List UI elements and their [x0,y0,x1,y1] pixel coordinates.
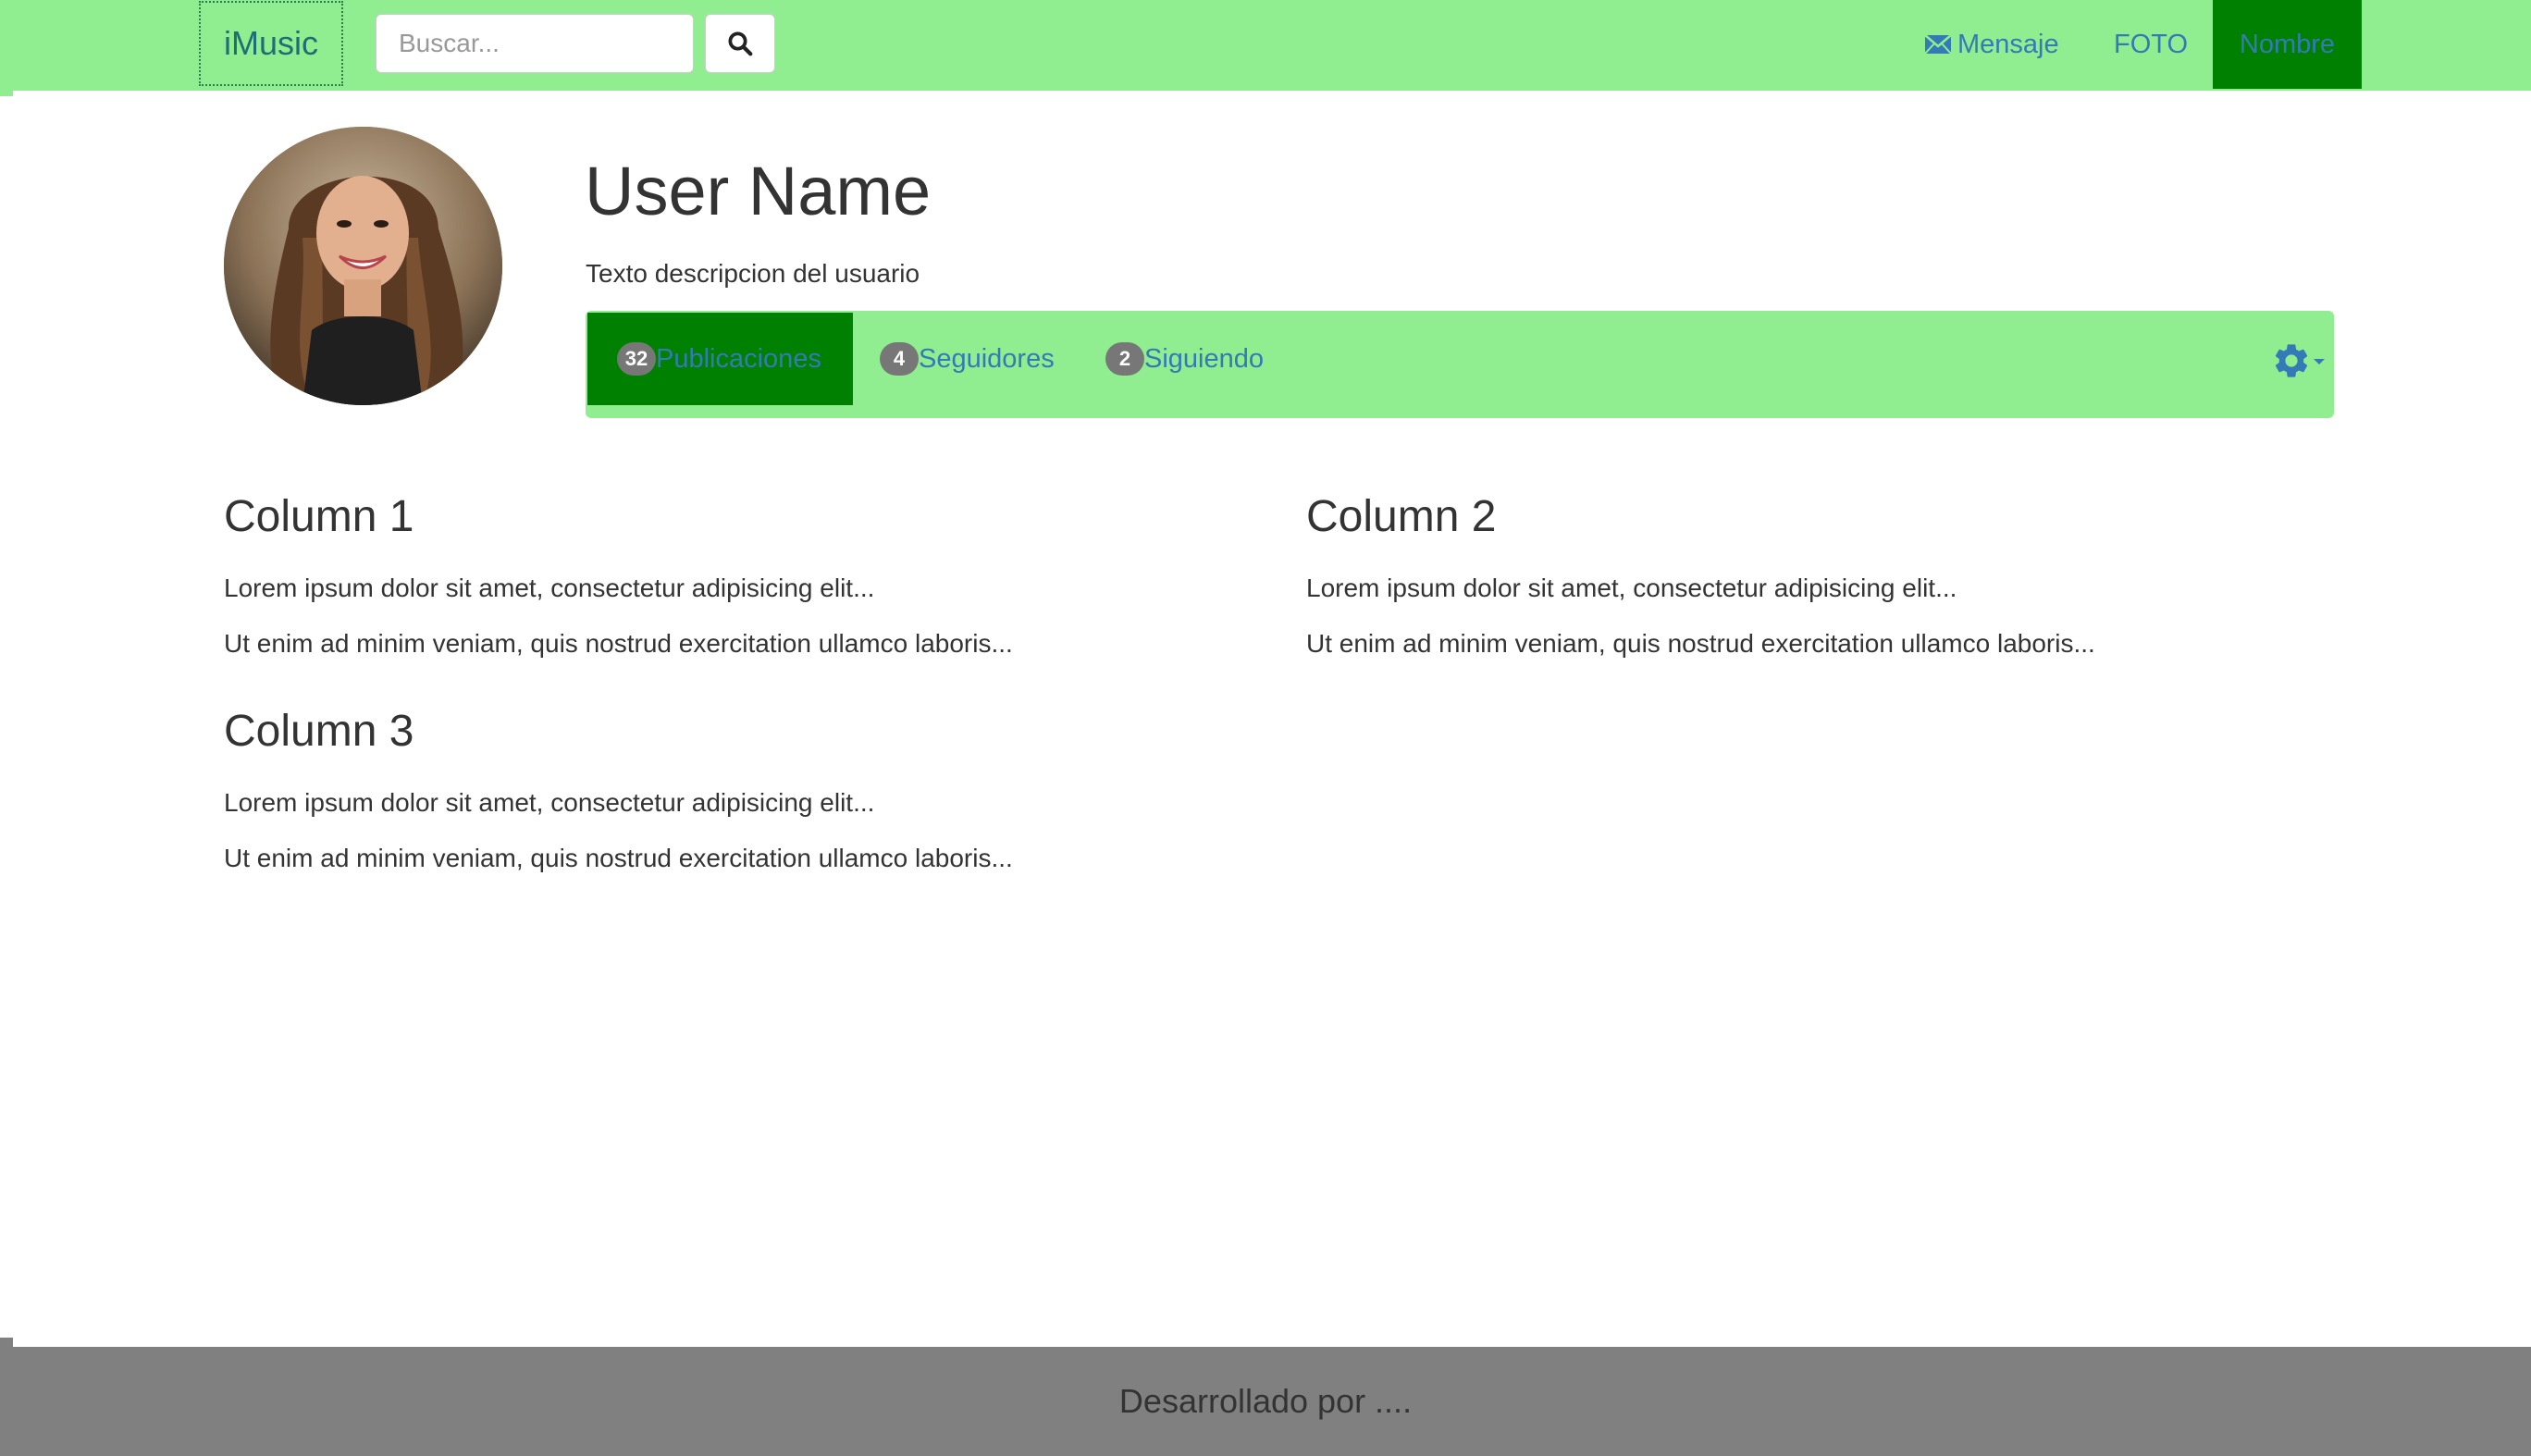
tab-label: Publicaciones [656,343,821,374]
column-title: Column 2 [1306,492,1497,541]
column-text: Lorem ipsum dolor sit amet, consectetur … [224,788,875,817]
nav-message-link[interactable]: Mensaje [1924,0,2059,89]
footer-edge [0,1338,13,1347]
tab-label: Siguiendo [1144,343,1264,374]
gear-icon [2275,344,2308,377]
nav-foto-link[interactable]: FOTO [2114,0,2188,89]
search-icon [728,31,753,56]
page-footer: Desarrollado por .... [0,1347,2531,1456]
brand-link[interactable]: iMusic [199,1,343,86]
nav-nombre-link[interactable]: Nombre [2213,0,2362,89]
user-description: Texto descripcion del usuario [586,259,920,288]
column-1: Column 1 Lorem ipsum dolor sit amet, con… [224,488,1241,672]
count-badge: 32 [617,342,656,376]
profile-stats-bar: 32 Publicaciones 4 Seguidores 2 Siguiend… [586,311,2334,418]
navbar-edge [0,91,13,96]
column-2: Column 2 Lorem ipsum dolor sit amet, con… [1306,488,2324,672]
column-title: Column 3 [224,707,414,756]
avatar [224,127,502,405]
count-badge: 2 [1105,342,1144,376]
search-button[interactable] [705,14,775,73]
column-text: Lorem ipsum dolor sit amet, consectetur … [224,574,875,602]
tab-label: Seguidores [919,343,1055,374]
column-3: Column 3 Lorem ipsum dolor sit amet, con… [224,703,1241,886]
settings-dropdown[interactable] [2271,335,2332,387]
envelope-icon [1924,33,1952,56]
column-text: Ut enim ad minim veniam, quis nostrud ex… [1306,629,2095,658]
column-text: Ut enim ad minim veniam, quis nostrud ex… [224,629,1013,658]
footer-text: Desarrollado por .... [1118,1382,1413,1420]
top-navbar: iMusic Mensaje FOTO Nombre [0,0,2531,91]
caret-down-icon [2314,359,2325,364]
column-title: Column 1 [224,492,414,541]
column-text: Ut enim ad minim veniam, quis nostrud ex… [224,844,1013,872]
tab-publicaciones[interactable]: 32 Publicaciones [587,313,853,405]
nav-message-label: Mensaje [1957,29,2059,59]
count-badge: 4 [880,342,919,376]
search-input[interactable] [376,14,694,73]
tab-siguiendo[interactable]: 2 Siguiendo [1105,313,1264,405]
tab-seguidores[interactable]: 4 Seguidores [880,313,1055,405]
column-text: Lorem ipsum dolor sit amet, consectetur … [1306,574,1957,602]
user-name: User Name [585,153,932,229]
